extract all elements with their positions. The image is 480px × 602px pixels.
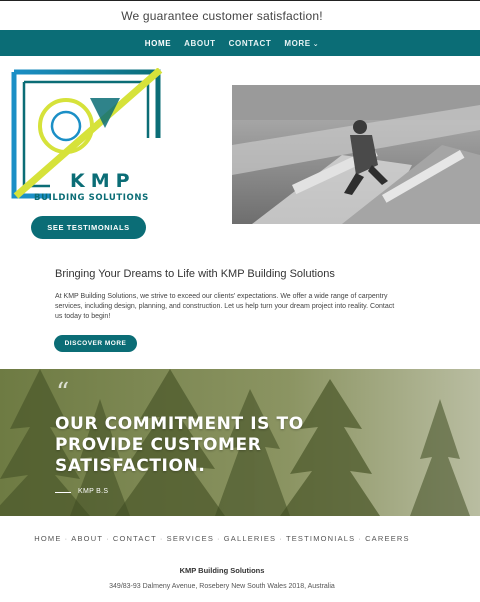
see-testimonials-button[interactable]: SEE TESTIMONIALS [31,216,146,239]
kmp-logo[interactable]: KMP BUILDING SOLUTIONS [10,67,170,208]
logo-subtitle: BUILDING SOLUTIONS [34,193,149,203]
intro-heading: Bringing Your Dreams to Life with KMP Bu… [55,268,335,280]
footer-separator: · [217,534,221,543]
footer-separator: · [64,534,69,543]
footer-separator: · [159,534,164,543]
logo-name: KMP [70,170,136,192]
chevron-down-icon: ⌄ [312,40,320,48]
nav-item-more-label: MORE [284,38,311,48]
footer-company-name: KMP Building Solutions [179,566,265,575]
nav-item-about[interactable]: ABOUT [184,39,215,48]
quote-attribution: KMP B.S [78,488,109,495]
tagline: We guarantee customer satisfaction! [121,9,323,23]
nav-item-contact[interactable]: CONTACT [229,39,272,48]
footer-link-testimonials[interactable]: TESTIMONIALS [286,534,355,543]
top-bar: We guarantee customer satisfaction! [0,0,480,30]
nav-item-home[interactable]: HOME [145,39,171,48]
quote-icon: “ [56,378,70,408]
nav-item-more[interactable]: MORE ⌄ [284,39,319,48]
intro-paragraph: At KMP Building Solutions, we strive to … [55,293,395,320]
main-nav: HOME ABOUT CONTACT MORE ⌄ [0,30,480,56]
footer-separator: · [106,534,110,543]
carpentry-workshop-photo [232,85,480,224]
footer-address: 349/83-93 Dalmeny Avenue, Rosebery New S… [109,583,335,590]
footer-nav: HOME · ABOUT · CONTACT · SERVICES · GALLERIE… [0,534,444,543]
footer-separator: · [279,534,283,543]
footer-link-home[interactable]: HOME [34,534,61,543]
footer-link-contact[interactable]: CONTACT [113,534,157,543]
attribution-divider [55,492,71,493]
footer-link-careers[interactable]: CAREERS [365,534,410,543]
commitment-quote: OUR COMMITMENT IS TO PROVIDE CUSTOMER SA… [55,414,304,476]
footer-link-services[interactable]: SERVICES [167,534,214,543]
footer-separator: · [358,534,363,543]
footer-link-galleries[interactable]: GALLERIES [224,534,277,543]
footer-link-about[interactable]: ABOUT [71,534,103,543]
discover-more-button[interactable]: DISCOVER MORE [54,335,137,352]
